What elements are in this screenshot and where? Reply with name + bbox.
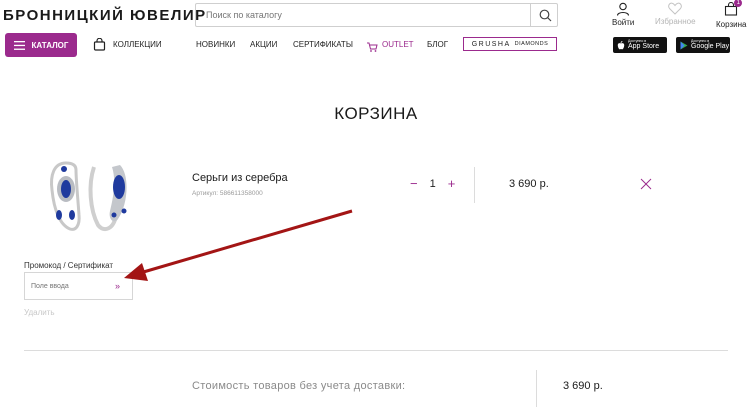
divider <box>474 167 475 203</box>
google-play-icon <box>680 41 688 49</box>
user-icon <box>617 2 630 16</box>
logo[interactable]: БРОННИЦКИЙ ЮВЕЛИР <box>3 7 207 24</box>
nav-novinki[interactable]: НОВИНКИ <box>196 40 235 49</box>
catalog-label: КАТАЛОГ <box>31 40 69 50</box>
nav-aktsii[interactable]: АКЦИИ <box>250 40 277 49</box>
cart-label: Корзина <box>716 20 747 29</box>
search-divider <box>530 4 531 26</box>
cart-icon-wrap: 1 <box>724 0 743 18</box>
login-label: Войти <box>612 18 635 27</box>
search-bar <box>195 3 558 27</box>
diamonds-label: DIAMONDS <box>514 41 549 47</box>
cart-count-badge: 1 <box>734 0 743 7</box>
grusha-label: GRUSHA <box>471 40 511 48</box>
page-title: КОРЗИНА <box>334 104 418 123</box>
nav-sertifikaty[interactable]: СЕРТИФИКАТЫ <box>293 40 353 49</box>
remove-item-button[interactable] <box>640 177 652 195</box>
grusha-diamonds-link[interactable]: GRUSHA DIAMONDS <box>463 37 557 51</box>
quantity-stepper: − 1 + <box>410 177 455 190</box>
appstore-text: Доступно в App Store <box>628 39 660 51</box>
summary-label: Стоимость товаров без учета доставки: <box>192 380 406 392</box>
promo-delete-link[interactable]: Удалить <box>24 308 55 317</box>
appstore-label: App Store <box>628 43 660 51</box>
outlet-icon <box>366 39 378 57</box>
googleplay-label: Google Play <box>691 43 730 51</box>
product-name[interactable]: Серьги из серебра <box>192 172 288 184</box>
close-icon <box>640 178 652 190</box>
quantity-value: 1 <box>429 177 436 190</box>
summary-vertical-divider <box>536 370 537 407</box>
promo-input[interactable] <box>25 273 111 299</box>
collections-label: КОЛЛЕКЦИИ <box>113 40 162 49</box>
product-image[interactable] <box>46 155 130 240</box>
nav-blog[interactable]: БЛОГ <box>427 40 448 49</box>
summary-total: 3 690 р. <box>563 380 603 392</box>
promo-field: » <box>24 272 133 300</box>
googleplay-button[interactable]: Доступно в Google Play <box>676 37 730 53</box>
product-article: Артикул: 586611358000 <box>192 190 263 197</box>
login-link[interactable]: Войти <box>612 2 634 27</box>
apple-icon <box>617 40 625 49</box>
summary-divider <box>24 350 728 351</box>
decrease-button[interactable]: − <box>410 177 418 190</box>
promo-label: Промокод / Сертификат <box>24 261 114 270</box>
search-input[interactable] <box>196 4 536 26</box>
item-price: 3 690 р. <box>509 178 549 190</box>
heart-icon <box>668 2 683 15</box>
bag-icon <box>93 38 106 51</box>
favorites-label: Избранное <box>655 17 696 26</box>
nav-outlet[interactable]: OUTLET <box>382 40 414 49</box>
appstore-button[interactable]: Доступно в App Store <box>613 37 667 53</box>
collections-link[interactable]: КОЛЛЕКЦИИ <box>93 38 162 51</box>
menu-icon <box>13 40 25 50</box>
search-button[interactable] <box>532 4 558 26</box>
cart-link[interactable]: 1 Корзина <box>716 0 747 29</box>
favorites-link[interactable]: Избранное <box>655 2 696 26</box>
increase-button[interactable]: + <box>448 177 456 190</box>
search-icon <box>539 9 551 21</box>
googleplay-text: Доступно в Google Play <box>691 39 730 51</box>
catalog-button[interactable]: КАТАЛОГ <box>5 33 77 57</box>
annotation-arrow <box>124 209 353 281</box>
